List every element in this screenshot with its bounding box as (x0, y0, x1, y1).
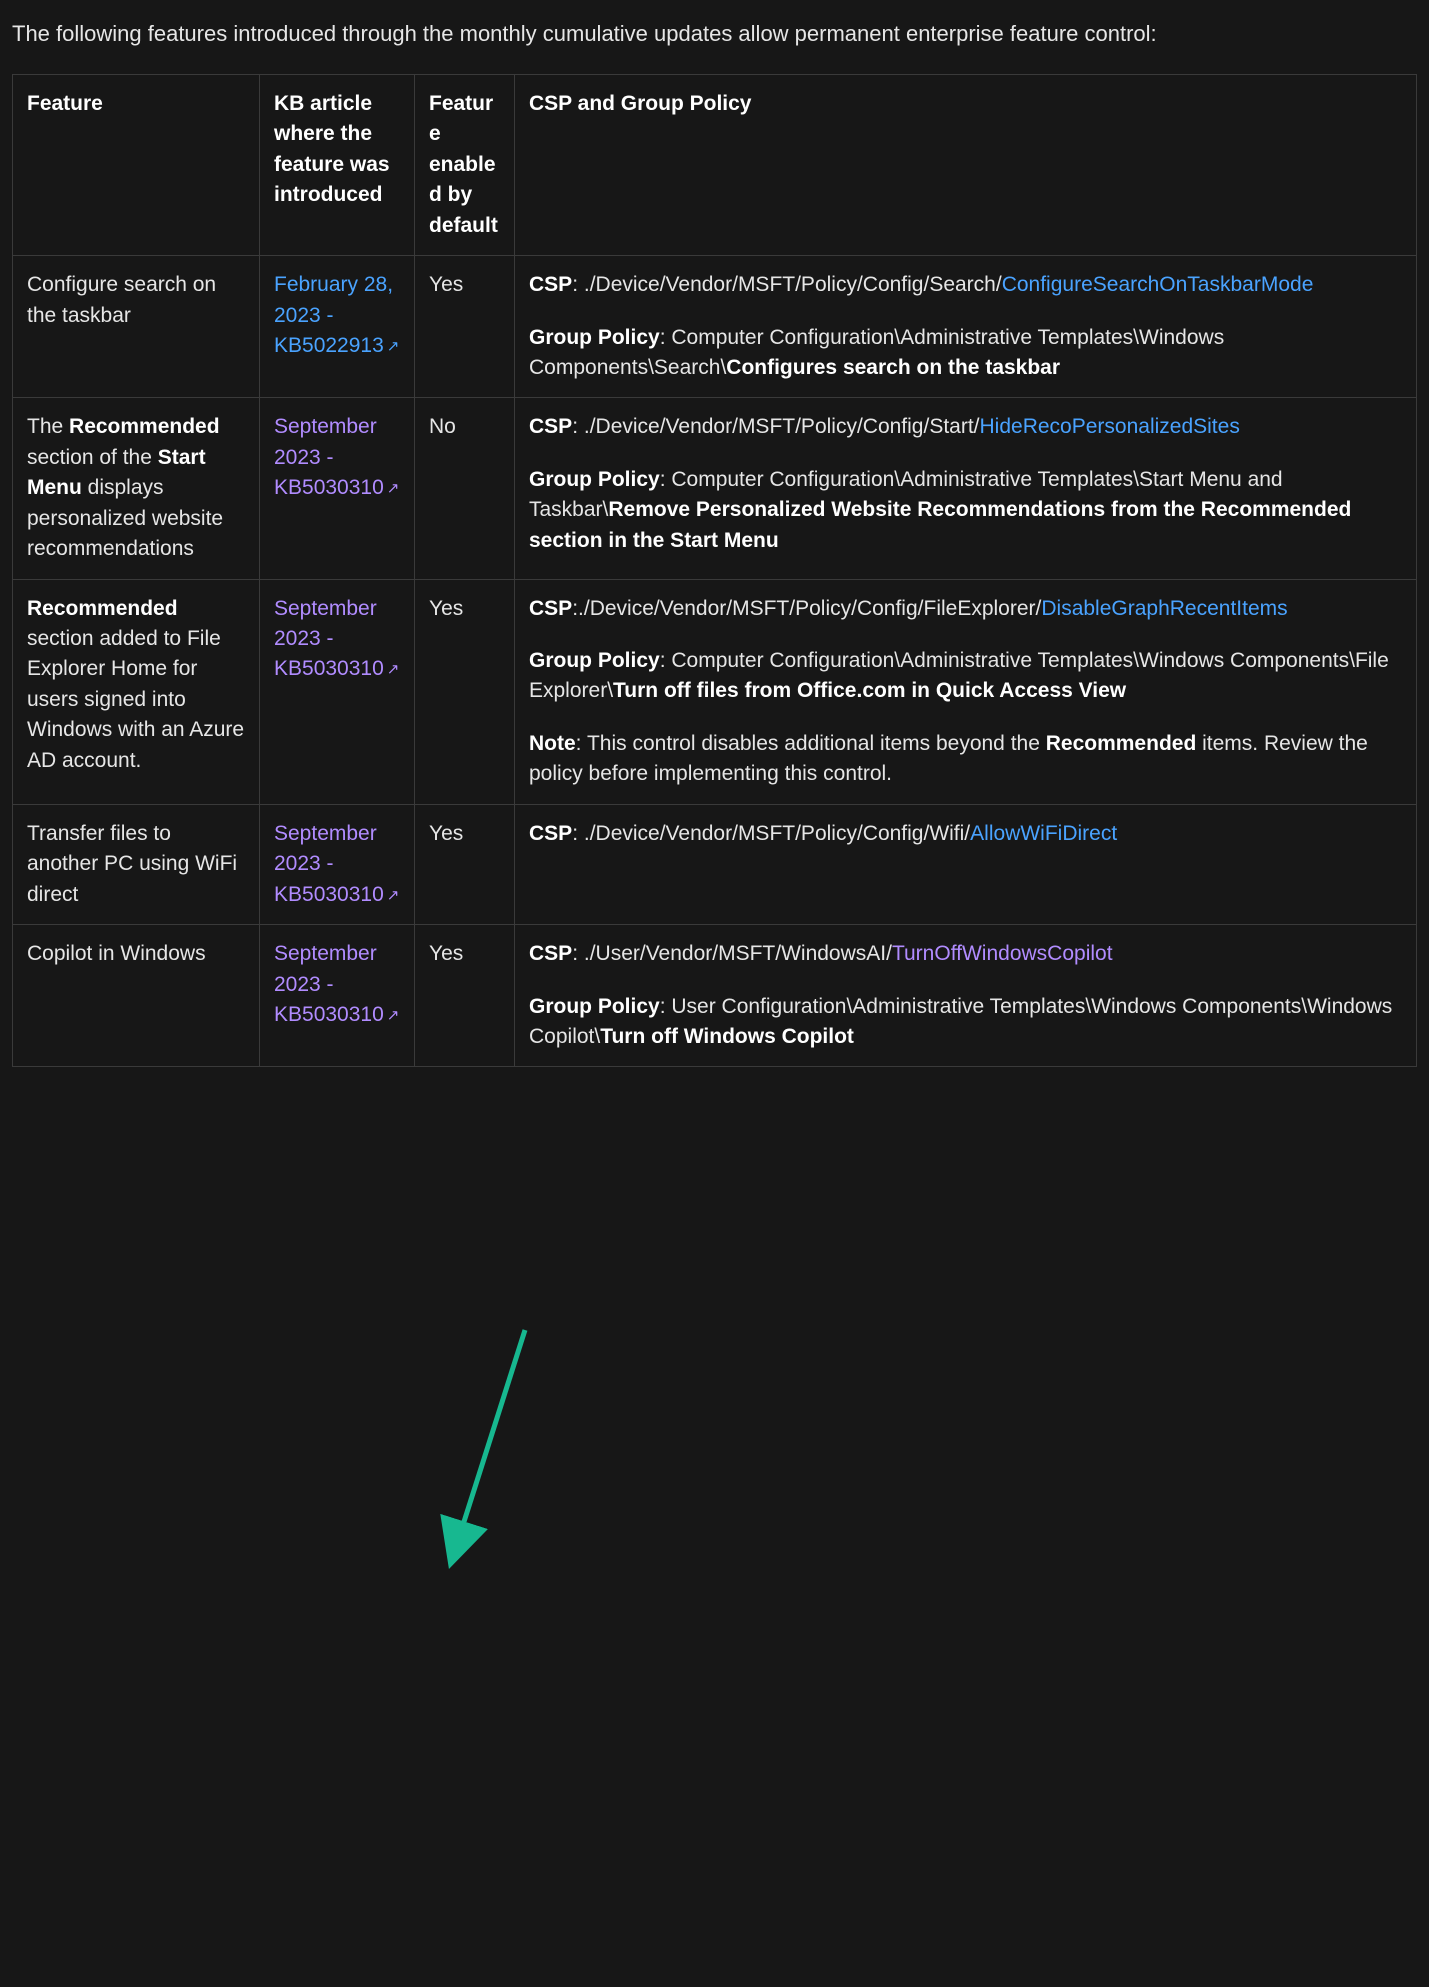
csp-link[interactable]: DisableGraphRecentItems (1041, 597, 1287, 620)
annotation-arrow-icon (440, 1320, 540, 1570)
cell-enabled: Yes (415, 256, 515, 398)
cell-feature: Configure search on the taskbar (13, 256, 260, 398)
csp-link[interactable]: ConfigureSearchOnTaskbarMode (1002, 273, 1314, 296)
intro-text: The following features introduced throug… (12, 18, 1417, 50)
cell-enabled: Yes (415, 925, 515, 1067)
cell-csp: CSP:./Device/Vendor/MSFT/Policy/Config/F… (515, 579, 1417, 804)
cell-feature: Recommended section added to File Explor… (13, 579, 260, 804)
cell-kb: September 2023 - KB5030310↗ (260, 579, 415, 804)
external-link-icon: ↗ (387, 338, 400, 355)
th-csp: CSP and Group Policy (515, 74, 1417, 255)
cell-csp: CSP: ./User/Vendor/MSFT/WindowsAI/TurnOf… (515, 925, 1417, 1067)
kb-link[interactable]: September 2023 - KB5030310↗ (274, 415, 399, 499)
th-kb: KB article where the feature was introdu… (260, 74, 415, 255)
external-link-icon: ↗ (387, 887, 400, 904)
kb-link[interactable]: February 28, 2023 - KB5022913↗ (274, 273, 399, 357)
table-row: Transfer files to another PC using WiFi … (13, 804, 1417, 924)
table-header-row: Feature KB article where the feature was… (13, 74, 1417, 255)
cell-csp: CSP: ./Device/Vendor/MSFT/Policy/Config/… (515, 256, 1417, 398)
table-row: The Recommended section of the Start Men… (13, 398, 1417, 579)
cell-feature: The Recommended section of the Start Men… (13, 398, 260, 579)
table-row: Recommended section added to File Explor… (13, 579, 1417, 804)
cell-kb: September 2023 - KB5030310↗ (260, 398, 415, 579)
th-feature: Feature (13, 74, 260, 255)
csp-link[interactable]: TurnOffWindowsCopilot (892, 942, 1113, 965)
table-row: Configure search on the taskbar February… (13, 256, 1417, 398)
cell-kb: February 28, 2023 - KB5022913↗ (260, 256, 415, 398)
th-enabled: Feature enabled by default (415, 74, 515, 255)
cell-kb: September 2023 - KB5030310↗ (260, 925, 415, 1067)
external-link-icon: ↗ (387, 1007, 400, 1024)
cell-feature: Transfer files to another PC using WiFi … (13, 804, 260, 924)
cell-csp: CSP: ./Device/Vendor/MSFT/Policy/Config/… (515, 804, 1417, 924)
external-link-icon: ↗ (387, 480, 400, 497)
cell-kb: September 2023 - KB5030310↗ (260, 804, 415, 924)
kb-link[interactable]: September 2023 - KB5030310↗ (274, 597, 399, 681)
kb-link[interactable]: September 2023 - KB5030310↗ (274, 822, 399, 906)
cell-enabled: Yes (415, 579, 515, 804)
csp-link[interactable]: AllowWiFiDirect (970, 822, 1117, 845)
cell-enabled: No (415, 398, 515, 579)
feature-table: Feature KB article where the feature was… (12, 74, 1417, 1068)
cell-feature: Copilot in Windows (13, 925, 260, 1067)
kb-link[interactable]: September 2023 - KB5030310↗ (274, 942, 399, 1026)
csp-link[interactable]: HideRecoPersonalizedSites (980, 415, 1240, 438)
external-link-icon: ↗ (387, 661, 400, 678)
cell-csp: CSP: ./Device/Vendor/MSFT/Policy/Config/… (515, 398, 1417, 579)
cell-enabled: Yes (415, 804, 515, 924)
table-row: Copilot in Windows September 2023 - KB50… (13, 925, 1417, 1067)
